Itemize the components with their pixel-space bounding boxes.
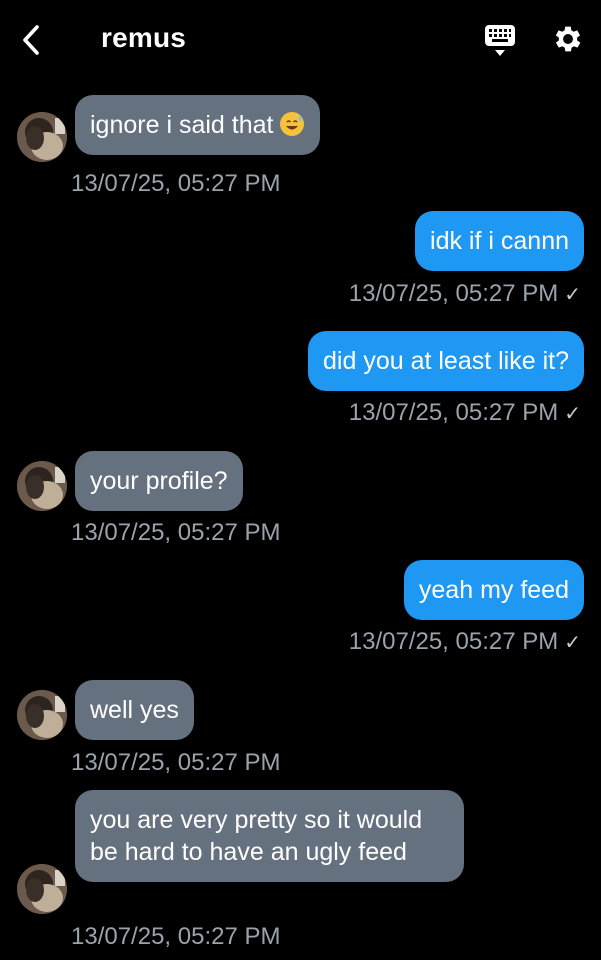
avatar[interactable] [17, 112, 67, 162]
contact-name[interactable]: remus [101, 22, 186, 54]
message-bubble[interactable]: idk if i cannn [415, 211, 584, 271]
gear-icon[interactable] [551, 22, 585, 56]
chevron-left-icon[interactable] [18, 22, 46, 58]
message-bubble[interactable]: your profile? [75, 451, 243, 511]
chat-header: remus [0, 0, 601, 80]
avatar[interactable] [17, 864, 67, 914]
avatar[interactable] [17, 690, 67, 740]
message-bubble[interactable]: yeah my feed [403, 560, 584, 620]
read-check-icon: ✓ [564, 284, 581, 306]
timestamp-text: 13/07/25, 05:27 PM [348, 399, 559, 426]
message-bubble[interactable]: ignore i said that [75, 95, 321, 155]
timestamp-text: 13/07/25, 05:27 PM [348, 628, 559, 655]
message-text: idk if i cannn [430, 227, 569, 255]
message-text: did you at least like it? [323, 347, 569, 375]
read-check-icon: ✓ [564, 403, 581, 425]
keyboard-icon[interactable] [484, 24, 516, 58]
message-text: your profile? [90, 467, 228, 495]
message-timestamp: 13/07/25, 05:27 PM [71, 923, 281, 950]
message-text: you are very pretty so it would be hard … [90, 806, 423, 866]
message-bubble[interactable]: you are very pretty so it would be hard … [75, 790, 464, 882]
message-timestamp: 13/07/25, 05:27 PM ✓ [349, 280, 581, 308]
message-timestamp: 13/07/25, 05:27 PM [71, 749, 281, 776]
message-text: well yes [90, 696, 179, 724]
message-timestamp: 13/07/25, 05:27 PM [71, 519, 281, 546]
read-check-icon: ✓ [564, 632, 581, 654]
message-timestamp: 13/07/25, 05:27 PM [71, 170, 281, 197]
message-bubble[interactable]: well yes [75, 680, 194, 740]
message-bubble[interactable]: did you at least like it? [308, 331, 584, 391]
sweat-smile-emoji [279, 111, 305, 137]
message-text: ignore i said that [90, 111, 274, 139]
message-text: yeah my feed [418, 576, 569, 604]
message-timestamp: 13/07/25, 05:27 PM ✓ [349, 399, 581, 427]
message-timestamp: 13/07/25, 05:27 PM ✓ [349, 628, 581, 656]
avatar[interactable] [17, 461, 67, 511]
timestamp-text: 13/07/25, 05:27 PM [348, 280, 559, 307]
